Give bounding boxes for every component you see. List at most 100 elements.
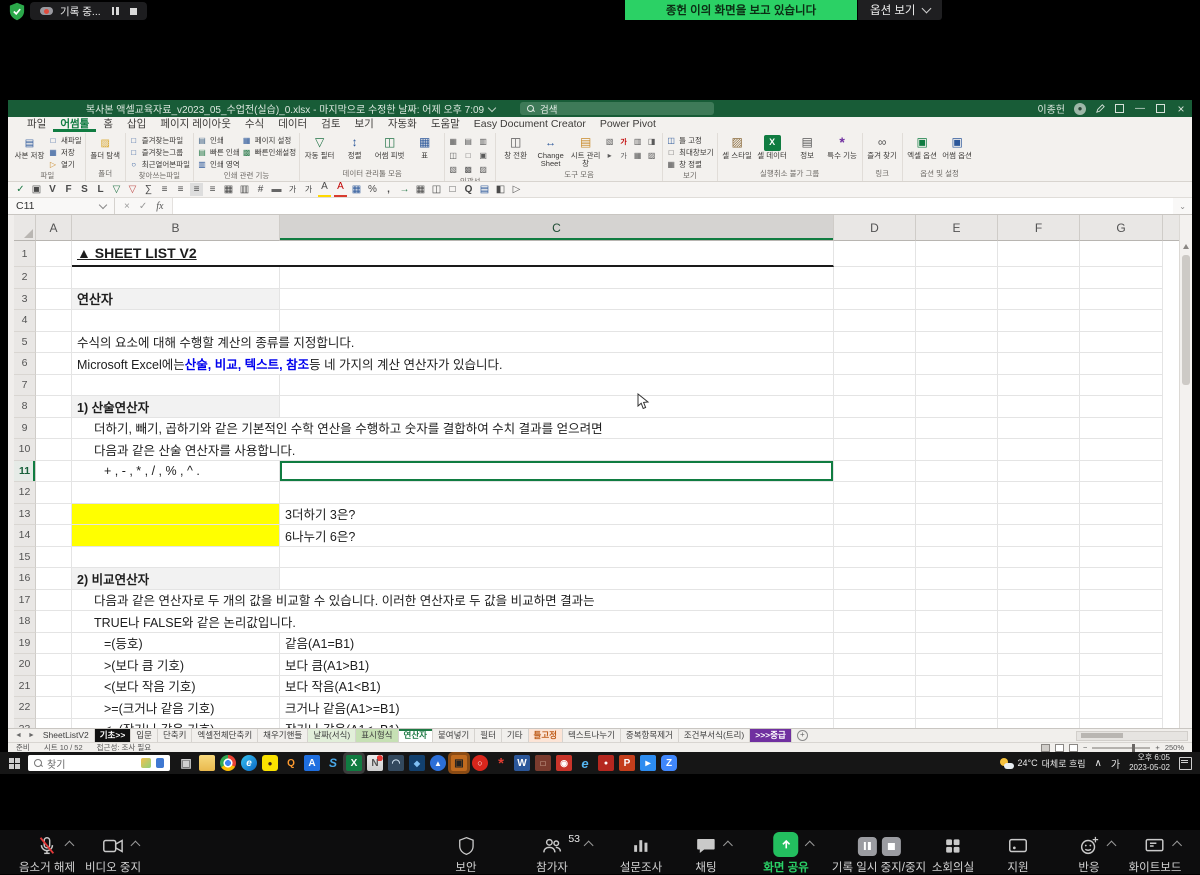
pause-recording-icon[interactable] <box>857 837 876 856</box>
cell[interactable] <box>916 611 998 633</box>
formula-input[interactable] <box>172 198 1173 214</box>
toolbar-icon[interactable]: ▬ <box>270 183 283 196</box>
ribbon-button[interactable]: ▦창 정렬 <box>666 159 714 170</box>
cell[interactable] <box>998 611 1080 633</box>
cell[interactable]: Microsoft Excel에는 산술, 비교, 텍스트, 참조 등 네 가지… <box>72 353 280 375</box>
cell[interactable] <box>1080 547 1163 569</box>
row-header[interactable]: 23 <box>14 719 36 729</box>
notification-center-icon[interactable] <box>1179 757 1192 770</box>
ribbon-button[interactable]: ▽자동 필터 <box>303 135 336 160</box>
chevron-up-icon[interactable] <box>1173 841 1183 851</box>
share-screen-button[interactable]: 화면 공유 <box>763 835 809 875</box>
cell[interactable] <box>280 310 834 332</box>
s-app-icon[interactable]: S <box>325 755 341 771</box>
excel-icon[interactable]: X <box>346 755 362 771</box>
cell[interactable] <box>1080 332 1163 354</box>
cell[interactable] <box>998 461 1080 483</box>
zoom-out-icon[interactable]: − <box>1083 743 1087 752</box>
ribbon-button[interactable]: ▧ <box>604 135 617 148</box>
sheet-tab[interactable]: 입문 <box>131 729 158 742</box>
cell[interactable] <box>834 719 916 729</box>
start-button[interactable] <box>0 752 28 774</box>
cancel-icon[interactable]: × <box>124 201 130 212</box>
weather-widget[interactable]: 24°C대체로 흐림 <box>1000 757 1086 770</box>
avatar[interactable]: ● <box>1074 103 1086 115</box>
cell[interactable] <box>280 267 834 289</box>
cell[interactable] <box>916 375 998 397</box>
cell[interactable] <box>834 525 916 547</box>
cell[interactable] <box>1080 633 1163 655</box>
cell[interactable] <box>280 439 834 461</box>
minimize-button[interactable]: — <box>1133 103 1147 114</box>
breakout-rooms-button[interactable]: 소회의실 <box>932 835 974 875</box>
cell[interactable] <box>834 289 916 311</box>
cell[interactable] <box>36 418 72 440</box>
ribbon-button[interactable]: *특수 기능 <box>826 135 859 160</box>
scrollbar-thumb[interactable] <box>1081 733 1123 738</box>
cell[interactable] <box>1080 310 1163 332</box>
row-header[interactable]: 16 <box>14 568 36 590</box>
cell[interactable]: >(보다 큼 기호) <box>72 654 280 676</box>
toolbar-icon[interactable]: # <box>254 183 267 196</box>
cell[interactable] <box>36 289 72 311</box>
ribbon-tab[interactable]: 파일 <box>20 117 53 132</box>
ribbon-button[interactable]: ↔Change Sheet <box>534 135 567 169</box>
cell[interactable] <box>1080 375 1163 397</box>
chevron-up-icon[interactable] <box>65 841 75 851</box>
vertical-scrollbar[interactable] <box>1179 215 1192 728</box>
scroll-up-icon[interactable] <box>1183 244 1189 249</box>
cell[interactable] <box>834 611 916 633</box>
ribbon-button[interactable]: ○최근열어본파일 <box>129 159 190 170</box>
unmute-button[interactable]: 음소거 해제 <box>19 835 75 875</box>
ribbon-button[interactable]: ◫어썸 피벗 <box>373 135 406 160</box>
cell[interactable] <box>1080 461 1163 483</box>
ribbon-button[interactable]: ▦페이지 설정 <box>242 135 296 146</box>
cell[interactable] <box>916 547 998 569</box>
toolbar-icon[interactable]: ≡ <box>158 183 171 196</box>
cell[interactable] <box>1080 719 1163 729</box>
cell[interactable] <box>36 697 72 719</box>
cell[interactable]: 연산자 <box>72 289 280 311</box>
cell[interactable] <box>36 353 72 375</box>
toolbar-icon[interactable]: ∑ <box>142 183 155 196</box>
view-options-button[interactable]: 옵션 보기 <box>858 0 942 20</box>
chevron-up-icon[interactable] <box>1107 841 1117 851</box>
toolbar-icon[interactable]: ▽ <box>110 183 123 196</box>
cell[interactable] <box>834 375 916 397</box>
cell[interactable] <box>280 568 834 590</box>
polls-button[interactable]: 설문조사 <box>620 835 662 875</box>
row-header[interactable]: 5 <box>14 332 36 354</box>
cell[interactable] <box>834 461 916 483</box>
ribbon-button[interactable]: □ <box>463 149 477 162</box>
cell[interactable] <box>280 241 834 267</box>
ribbon-button[interactable]: ▨폴더 탐색 <box>89 135 122 160</box>
row-header[interactable]: 17 <box>14 590 36 612</box>
ribbon-button[interactable]: ▤인쇄 <box>197 135 240 146</box>
stop-recording-icon[interactable] <box>881 837 900 856</box>
cell[interactable] <box>916 633 998 655</box>
cell[interactable] <box>916 241 998 267</box>
cell[interactable]: ▲ SHEET LIST V2 <box>72 241 280 267</box>
cell[interactable] <box>998 525 1080 547</box>
cell[interactable] <box>916 461 998 483</box>
remote-app-icon[interactable]: ▸ <box>640 755 656 771</box>
ribbon-button[interactable]: ◫창 전환 <box>499 135 532 169</box>
row-header[interactable]: 1 <box>14 241 36 267</box>
normal-view-icon[interactable] <box>1041 744 1050 752</box>
toolbar-icon[interactable]: , <box>382 183 395 196</box>
sheet-tab[interactable]: 기타 <box>502 729 529 742</box>
ribbon-button[interactable]: ▦ <box>632 149 645 162</box>
security-button[interactable]: 보안 <box>455 835 476 875</box>
onenote-icon[interactable]: N <box>367 755 383 771</box>
ribbon-button[interactable]: ▤ <box>463 135 477 148</box>
cell[interactable] <box>36 611 72 633</box>
cell[interactable] <box>998 439 1080 461</box>
cell[interactable] <box>36 504 72 526</box>
cell[interactable] <box>998 375 1080 397</box>
row-header[interactable]: 12 <box>14 482 36 504</box>
row-header[interactable]: 14 <box>14 525 36 547</box>
cell[interactable] <box>998 568 1080 590</box>
ribbon-tab[interactable]: 보기 <box>348 117 381 132</box>
cell[interactable] <box>834 568 916 590</box>
cell[interactable]: =(등호) <box>72 633 280 655</box>
